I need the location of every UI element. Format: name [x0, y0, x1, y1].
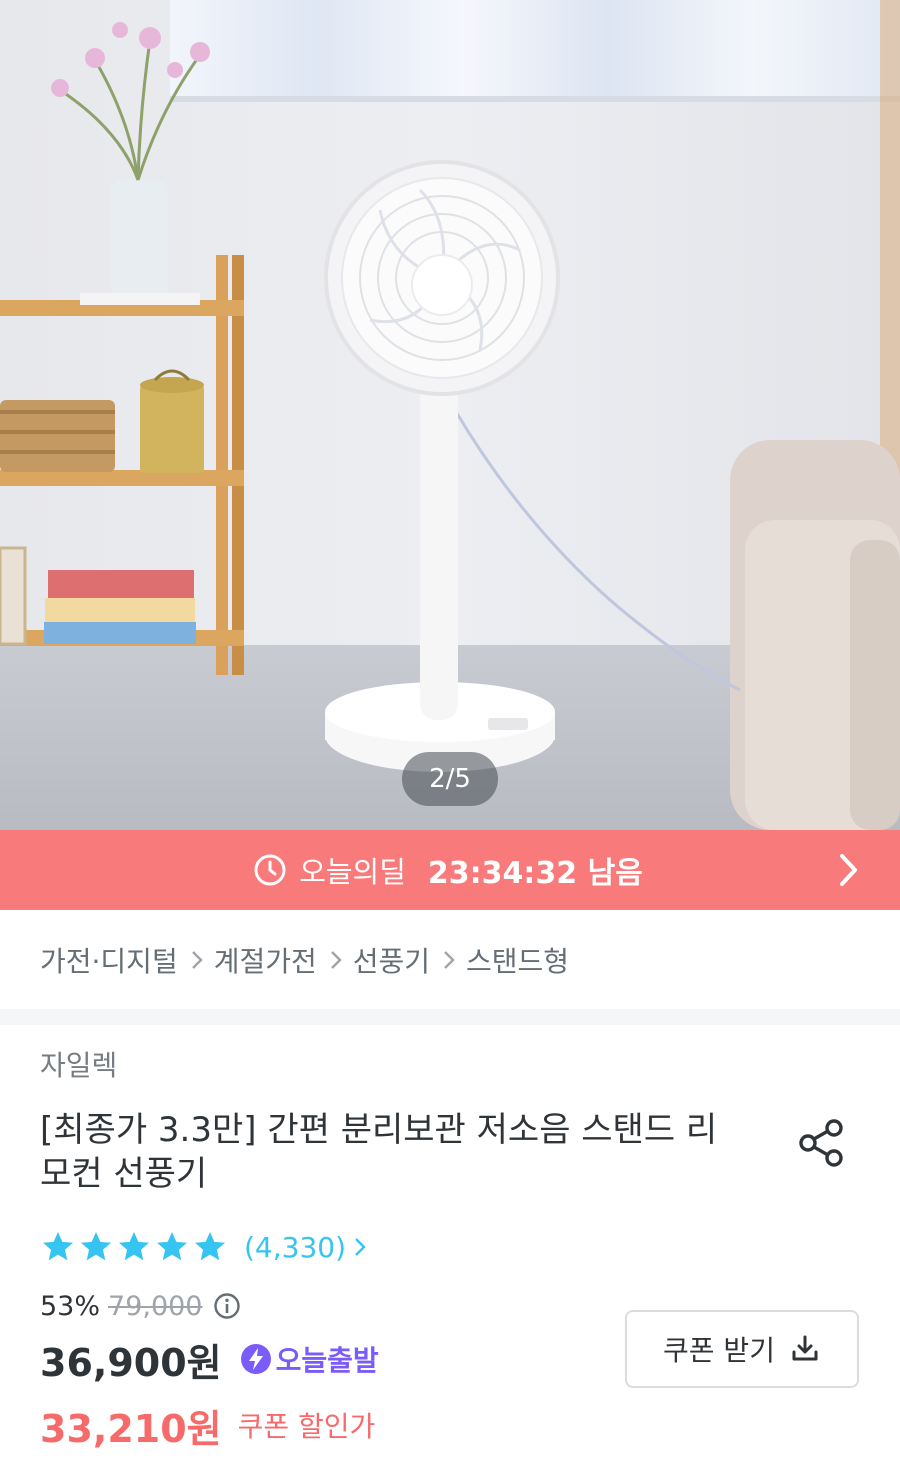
delivery-badge-text: 오늘출발 [275, 1344, 379, 1377]
breadcrumb-item[interactable]: 계절가전 [214, 940, 317, 980]
star-icon [195, 1232, 225, 1261]
breadcrumb-item[interactable]: 가전·디지털 [40, 940, 178, 980]
coupon-price: 33,210원 [40, 1406, 222, 1451]
share-icon[interactable] [798, 1118, 846, 1168]
todays-deal-banner[interactable]: 오늘의딜 23:34:32 남음 [0, 830, 900, 910]
chevron-right-icon [355, 1238, 366, 1256]
sale-price: 36,900원 [40, 1340, 222, 1385]
star-icon [81, 1232, 111, 1261]
rating-row[interactable]: (4,330) [40, 1226, 366, 1268]
get-coupon-button[interactable]: 쿠폰 받기 [625, 1310, 859, 1388]
original-price: 79,000 [108, 1290, 203, 1322]
brand-name[interactable]: 자일렉 [40, 1044, 117, 1084]
discount-percent: 53% [40, 1290, 101, 1322]
breadcrumb-item[interactable]: 스탠드형 [466, 940, 569, 980]
chevron-right-icon [444, 951, 455, 969]
discount-row: 53% 79,000 [40, 1286, 241, 1326]
coupon-price-row: 33,210원 쿠폰 할인가 [40, 1398, 375, 1452]
lightning-icon [240, 1344, 271, 1374]
product-title: [최종가 3.3만] 간편 분리보관 저소음 스탠드 리모컨 선풍기 [40, 1110, 718, 1194]
download-icon [792, 1335, 818, 1361]
star-icon [157, 1232, 187, 1261]
section-divider [0, 1009, 900, 1025]
deal-label: 오늘의딜 [299, 855, 406, 889]
chevron-right-icon[interactable] [838, 852, 860, 888]
coupon-price-label: 쿠폰 할인가 [237, 1410, 376, 1443]
product-photo [0, 0, 900, 830]
chevron-right-icon [330, 951, 342, 969]
star-icon [119, 1232, 149, 1261]
delivery-badge: 오늘출발 [240, 1339, 379, 1379]
product-image-gallery[interactable]: 2/5 [0, 0, 900, 830]
chevron-right-icon [191, 951, 203, 969]
star-icon [43, 1232, 73, 1261]
breadcrumb-item[interactable]: 선풍기 [353, 940, 430, 980]
review-count[interactable]: (4,330) [244, 1231, 346, 1264]
price-row: 36,900원 오늘출발 [40, 1333, 379, 1385]
deal-countdown: 23:34:32 남음 [427, 856, 643, 891]
clock-icon [254, 854, 286, 886]
info-icon[interactable] [213, 1292, 241, 1320]
image-counter: 2/5 [402, 752, 498, 806]
breadcrumb: 가전·디지털 계절가전 선풍기 스탠드형 [40, 938, 569, 982]
get-coupon-label: 쿠폰 받기 [663, 1334, 775, 1367]
